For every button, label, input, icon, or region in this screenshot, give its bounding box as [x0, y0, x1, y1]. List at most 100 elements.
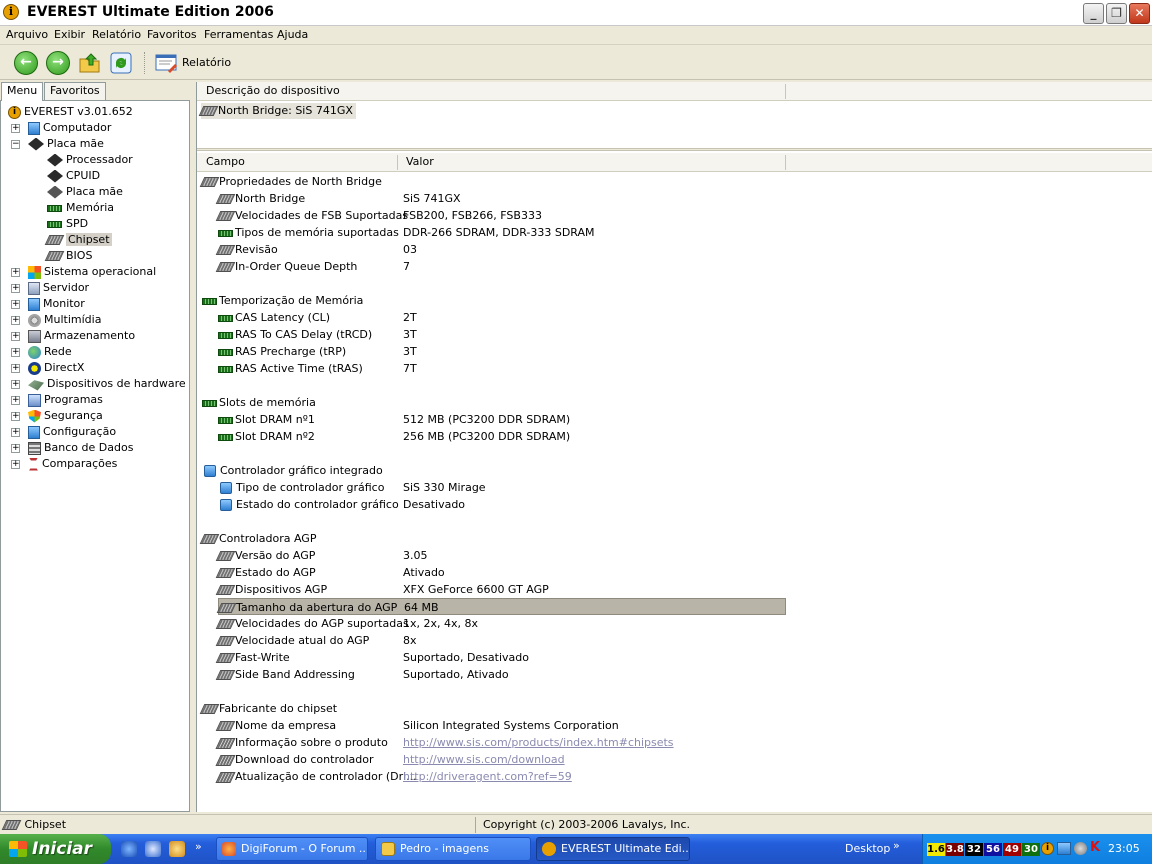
property-row[interactable]: In-Order Queue Depth 7: [215, 258, 786, 275]
property-row[interactable]: Velocidades de FSB Suportadas FSB200, FSB…: [215, 207, 786, 224]
tray-sensor-value[interactable]: 1.6: [927, 843, 945, 856]
tree-item-directx[interactable]: DirectX: [28, 360, 84, 376]
tree-item-memoria[interactable]: Memória: [47, 200, 114, 216]
clock[interactable]: 23:05: [1108, 842, 1140, 855]
expand-sistema-operacional[interactable]: +: [11, 268, 20, 277]
tray-sensor-value[interactable]: 3.8: [946, 843, 964, 856]
desktop-toolbar-label[interactable]: Desktop: [845, 842, 890, 855]
tray-sensor-value[interactable]: 49: [1003, 843, 1021, 856]
property-row[interactable]: Revisão 03: [215, 241, 786, 258]
minimize-button[interactable]: _: [1083, 3, 1104, 24]
refresh-icon[interactable]: [109, 51, 133, 75]
property-row[interactable]: Fast-Write Suportado, Desativado: [215, 649, 786, 666]
section-title[interactable]: Slots de memória: [202, 394, 316, 411]
tray-sensor-value[interactable]: 32: [965, 843, 983, 856]
report-button-label[interactable]: Relatório: [182, 56, 231, 69]
tree-item-monitor[interactable]: Monitor: [28, 296, 85, 312]
property-row[interactable]: Tipo de controlador gráfico SiS 330 Mirag…: [218, 479, 786, 496]
expand-armazenamento[interactable]: +: [11, 332, 20, 341]
property-row[interactable]: Velocidades do AGP suportadas 1x, 2x, 4x,…: [215, 615, 786, 632]
expand-rede[interactable]: +: [11, 348, 20, 357]
expand-computador[interactable]: +: [11, 124, 20, 133]
tree-item-cpuid[interactable]: CPUID: [47, 168, 100, 184]
forward-arrow-icon[interactable]: →: [46, 51, 70, 75]
expand-monitor[interactable]: +: [11, 300, 20, 309]
tree-item-chipset[interactable]: Chipset: [44, 232, 112, 248]
tree-item-spd[interactable]: SPD: [47, 216, 88, 232]
antivirus-tray-icon[interactable]: K: [1090, 840, 1100, 855]
menu-exibir[interactable]: Exibir: [54, 28, 85, 41]
property-row[interactable]: Estado do controlador gráfico Desativado: [218, 496, 786, 513]
everest-tray-icon[interactable]: i: [1041, 842, 1054, 855]
menu-favoritos[interactable]: Favoritos: [147, 28, 197, 41]
speaker-tray-icon[interactable]: [1074, 842, 1087, 855]
task-everest[interactable]: EVEREST Ultimate Edi...: [536, 837, 690, 861]
property-link[interactable]: http://www.sis.com/download: [403, 751, 565, 768]
property-row[interactable]: RAS Precharge (tRP) 3T: [218, 343, 786, 360]
tree-root[interactable]: i EVEREST v3.01.652: [8, 104, 133, 120]
tree-item-multimidia[interactable]: Multimídia: [28, 312, 101, 328]
network-tray-icon[interactable]: [1057, 842, 1071, 855]
media-player-icon[interactable]: [169, 841, 185, 857]
tree-item-banco-de-dados[interactable]: Banco de Dados: [28, 440, 133, 456]
property-row[interactable]: RAS To CAS Delay (tRCD) 3T: [218, 326, 786, 343]
outlook-icon[interactable]: [145, 841, 161, 857]
section-title[interactable]: Temporização de Memória: [202, 292, 363, 309]
tree-item-dispositivos[interactable]: Dispositivos de hardware: [28, 376, 186, 392]
tree-item-servidor[interactable]: Servidor: [28, 280, 89, 296]
column-header-campo[interactable]: Campo: [206, 153, 245, 171]
property-row[interactable]: Estado do AGP Ativado: [215, 564, 786, 581]
tray-sensor-value[interactable]: 30: [1022, 843, 1040, 856]
expand-configuracao[interactable]: +: [11, 428, 20, 437]
property-row[interactable]: Download do controlador http://www.sis.co…: [215, 751, 786, 768]
task-pedro-imagens[interactable]: Pedro - imagens: [375, 837, 531, 861]
property-row[interactable]: Tamanho da abertura do AGP 64 MB: [216, 598, 786, 615]
property-link[interactable]: http://www.sis.com/products/index.htm#ch…: [403, 734, 674, 751]
up-folder-icon[interactable]: [78, 51, 102, 75]
column-separator[interactable]: [397, 155, 398, 170]
property-row[interactable]: Informação sobre o produto http://www.sis…: [215, 734, 786, 751]
property-link[interactable]: http://driveragent.com?ref=59: [403, 768, 572, 785]
report-icon[interactable]: [154, 51, 178, 75]
tree-item-programas[interactable]: Programas: [28, 392, 103, 408]
section-title[interactable]: Controladora AGP: [199, 530, 316, 547]
section-title[interactable]: Fabricante do chipset: [199, 700, 337, 717]
property-row[interactable]: Versão do AGP 3.05: [215, 547, 786, 564]
property-row[interactable]: Tipos de memória suportadas DDR-266 SDRAM…: [218, 224, 786, 241]
menu-arquivo[interactable]: Arquivo: [6, 28, 48, 41]
tab-favoritos[interactable]: Favoritos: [44, 82, 106, 100]
menu-relatorio[interactable]: Relatório: [92, 28, 141, 41]
tree-item-armazenamento[interactable]: Armazenamento: [28, 328, 135, 344]
expand-seguranca[interactable]: +: [11, 412, 20, 421]
expand-multimidia[interactable]: +: [11, 316, 20, 325]
section-title[interactable]: Propriedades de North Bridge: [199, 173, 382, 190]
tab-menu[interactable]: Menu: [1, 82, 44, 101]
property-row[interactable]: North Bridge SiS 741GX: [215, 190, 786, 207]
tree-item-computador[interactable]: Computador: [28, 120, 111, 136]
device-row[interactable]: North Bridge: SiS 741GX: [198, 103, 356, 119]
tree-item-rede[interactable]: Rede: [28, 344, 72, 360]
quicklaunch-chevron-icon[interactable]: »: [195, 840, 202, 853]
expand-programas[interactable]: +: [11, 396, 20, 405]
property-row[interactable]: Side Band Addressing Suportado, Ativado: [215, 666, 786, 683]
menu-ajuda[interactable]: Ajuda: [277, 28, 308, 41]
panel-splitter[interactable]: [197, 148, 1152, 151]
expand-banco-de-dados[interactable]: +: [11, 444, 20, 453]
ie-icon[interactable]: [121, 841, 137, 857]
property-row[interactable]: Slot DRAM nº1 512 MB (PC3200 DDR SDRAM): [218, 411, 786, 428]
tree-item-placa-mae[interactable]: Placa mãe: [28, 136, 104, 152]
expand-directx[interactable]: +: [11, 364, 20, 373]
device-description-label[interactable]: Descrição do dispositivo: [206, 82, 340, 100]
collapse-placa-mae[interactable]: −: [11, 140, 20, 149]
column-separator[interactable]: [785, 155, 786, 170]
expand-dispositivos[interactable]: +: [11, 380, 20, 389]
expand-comparacoes[interactable]: +: [11, 460, 20, 469]
expand-servidor[interactable]: +: [11, 284, 20, 293]
close-button[interactable]: ✕: [1129, 3, 1150, 24]
property-row[interactable]: RAS Active Time (tRAS) 7T: [218, 360, 786, 377]
section-title[interactable]: Controlador gráfico integrado: [202, 462, 383, 479]
property-row[interactable]: Atualização de controlador (Dri... http:/…: [215, 768, 786, 785]
everest-app-icon[interactable]: i: [3, 4, 19, 20]
property-row[interactable]: Dispositivos AGP XFX GeForce 6600 GT AGP: [215, 581, 786, 598]
menu-ferramentas[interactable]: Ferramentas: [204, 28, 273, 41]
